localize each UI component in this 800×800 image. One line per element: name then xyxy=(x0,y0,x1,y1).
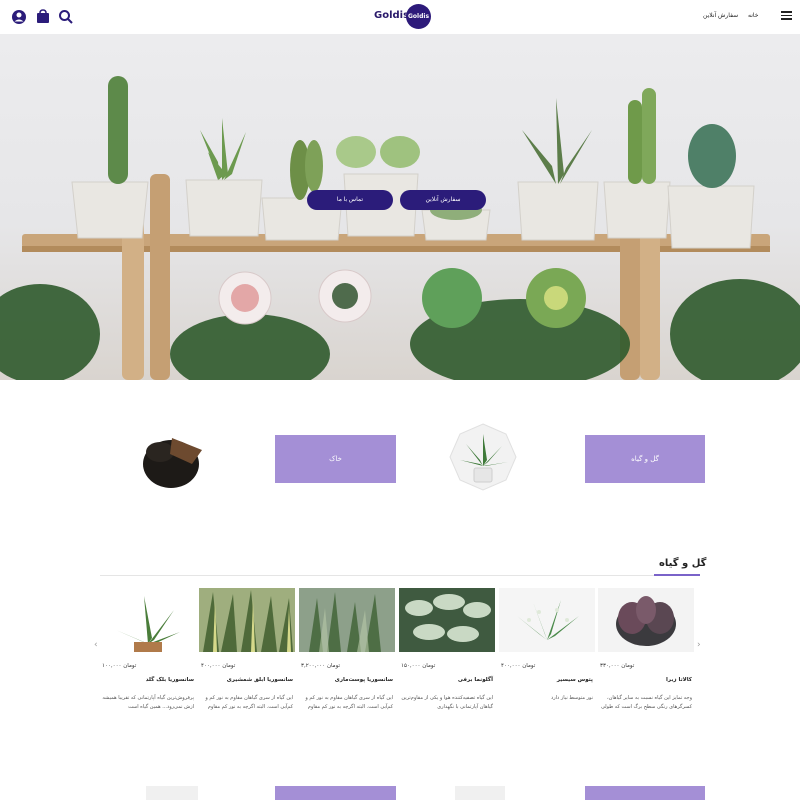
section-title: گل و گیاه xyxy=(659,558,707,569)
product-price: ۱۰۰,۰۰۰ تومان xyxy=(102,663,137,669)
product-price: ۴۰۰,۰۰۰ تومان xyxy=(501,663,536,669)
site-header: Goldis Goldis سفارش آنلاین خانه xyxy=(0,0,800,34)
product-card[interactable]: ۴۰۰,۰۰۰ تومان سانسوریا ابلق شمشیری این گ… xyxy=(199,588,295,710)
product-image[interactable] xyxy=(199,588,295,652)
user-icon[interactable] xyxy=(10,8,28,26)
product-image[interactable] xyxy=(399,588,495,652)
product-name[interactable]: پتوس سیسیر xyxy=(497,677,593,683)
category-plants[interactable]: گل و گیاه xyxy=(585,435,705,483)
partial-product-card[interactable] xyxy=(146,786,198,800)
product-card[interactable]: ۴۰۰,۰۰۰ تومان پتوس سیسیر نور متوسط نیاز … xyxy=(499,588,595,701)
hero-banner: سفارش آنلاین تماس با ما xyxy=(0,34,800,380)
product-description: پرفروش‌ترین گیاه آپارتمانی که تقریبا همی… xyxy=(102,695,194,710)
category-soil[interactable]: خاک xyxy=(275,435,396,483)
product-image[interactable] xyxy=(598,588,694,652)
nav-home[interactable]: خانه xyxy=(748,12,758,19)
soil-category-image[interactable] xyxy=(134,420,208,494)
product-card[interactable]: ۳,۲۰۰,۰۰۰ تومان سانسوریا پوست‌ماری این گ… xyxy=(299,588,395,710)
partial-category-card[interactable] xyxy=(275,786,396,800)
order-online-button[interactable]: سفارش آنلاین xyxy=(400,190,486,210)
product-card[interactable]: ۱۵۰,۰۰۰ تومان آگلونما برفی این گیاه تصفی… xyxy=(399,588,495,710)
product-card[interactable]: ۱۰۰,۰۰۰ تومان سانسوریا بلک گلد پرفروش‌تر… xyxy=(100,588,196,710)
product-price: ۳,۲۰۰,۰۰۰ تومان xyxy=(301,663,340,669)
partial-product-card[interactable] xyxy=(455,786,505,800)
nav-order-online[interactable]: سفارش آنلاین xyxy=(703,12,738,19)
hero-plants-illustration xyxy=(0,76,800,380)
product-price: ۳۳۰,۰۰۰ تومان xyxy=(600,663,635,669)
partial-category-card[interactable] xyxy=(585,786,705,800)
category-plants-label: گل و گیاه xyxy=(631,455,659,463)
category-soil-label: خاک xyxy=(329,455,342,463)
carousel-prev-icon[interactable]: ‹ xyxy=(94,640,98,650)
product-name[interactable]: کالاتا زبرا xyxy=(596,677,692,683)
product-price: ۱۵۰,۰۰۰ تومان xyxy=(401,663,436,669)
section-accent-bar xyxy=(654,574,700,576)
product-description: نور متوسط نیاز دارد xyxy=(551,695,593,701)
plants-category-image[interactable] xyxy=(446,420,520,494)
product-image[interactable] xyxy=(100,588,196,652)
product-description: وجه تمایز این گیاه نسبت به سایر گیاهان، … xyxy=(600,695,692,710)
menu-icon[interactable] xyxy=(781,11,792,20)
search-icon[interactable] xyxy=(57,8,75,26)
logo-text[interactable]: Goldis xyxy=(374,10,409,21)
product-image[interactable] xyxy=(499,588,595,652)
product-name[interactable]: سانسوریا بلک گلد xyxy=(98,677,194,683)
product-description: این گیاه از سری گیاهان مقاوم به نور کم و… xyxy=(305,695,393,710)
product-name[interactable]: سانسوریا ابلق شمشیری xyxy=(197,677,293,683)
logo-badge-text: Goldis xyxy=(407,13,430,20)
product-name[interactable]: آگلونما برفی xyxy=(397,677,493,683)
product-description: این گیاه از سری گیاهان مقاوم به نور کم و… xyxy=(205,695,293,710)
product-name[interactable]: سانسوریا پوست‌ماری xyxy=(297,677,393,683)
product-price: ۴۰۰,۰۰۰ تومان xyxy=(201,663,236,669)
contact-us-button[interactable]: تماس با ما xyxy=(307,190,393,210)
section-divider xyxy=(100,575,700,576)
product-description: این گیاه تصفیه‌کننده هوا و یکی از مقاوم‌… xyxy=(401,695,493,710)
cart-icon[interactable] xyxy=(34,8,52,26)
product-card[interactable]: ۳۳۰,۰۰۰ تومان کالاتا زبرا وجه تمایز این … xyxy=(598,588,694,710)
carousel-next-icon[interactable]: › xyxy=(697,640,701,650)
logo-badge[interactable]: Goldis xyxy=(406,4,431,29)
product-image[interactable] xyxy=(299,588,395,652)
